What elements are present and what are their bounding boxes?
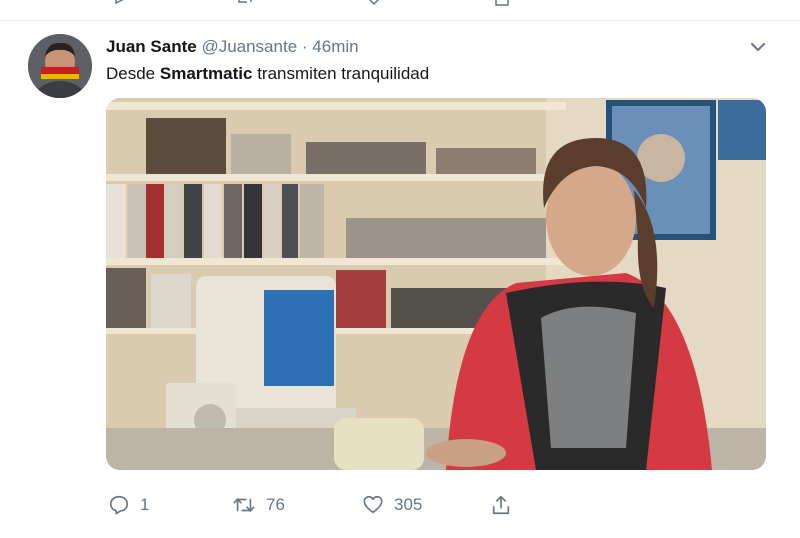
retweet-icon[interactable] — [237, 0, 253, 6]
share-icon — [492, 495, 510, 515]
author-handle[interactable]: @Juansante — [201, 37, 297, 56]
retweet-count: 76 — [266, 495, 285, 514]
avatar[interactable] — [28, 34, 92, 98]
tweet-header: Juan Sante @Juansante · 46min — [106, 37, 359, 57]
tweet[interactable]: Juan Sante @Juansante · 46min Desde Smar… — [0, 21, 800, 538]
reply-count: 1 — [140, 495, 150, 514]
author-name[interactable]: Juan Sante — [106, 37, 197, 56]
retweet-icon — [233, 498, 255, 512]
tweet-text: Desde Smartmatic transmiten tranquilidad — [106, 64, 429, 84]
reply-action[interactable]: 1 — [108, 493, 149, 517]
media-image — [106, 98, 766, 470]
separator-dot: · — [301, 37, 308, 56]
reply-icon[interactable] — [113, 0, 129, 6]
tweet-media[interactable] — [106, 98, 766, 470]
previous-tweet-actions — [0, 0, 800, 8]
reply-icon — [109, 495, 129, 515]
like-count: 305 — [394, 495, 423, 514]
heart-icon — [363, 495, 383, 514]
chevron-down-icon[interactable] — [748, 37, 768, 57]
retweet-action[interactable]: 76 — [232, 493, 285, 517]
avatar-image — [28, 34, 92, 98]
heart-icon[interactable] — [366, 0, 382, 6]
tweet-text-part: Desde — [106, 64, 160, 83]
tweet-text-bold: Smartmatic — [159, 64, 253, 83]
tweet-text-part: transmiten tranquilidad — [252, 64, 430, 83]
share-icon[interactable] — [494, 0, 510, 6]
like-action[interactable]: 305 — [362, 493, 422, 517]
tweet-actions: 1 76 305 — [106, 493, 766, 517]
share-action[interactable] — [490, 493, 512, 517]
tweet-timestamp[interactable]: 46min — [312, 37, 358, 56]
